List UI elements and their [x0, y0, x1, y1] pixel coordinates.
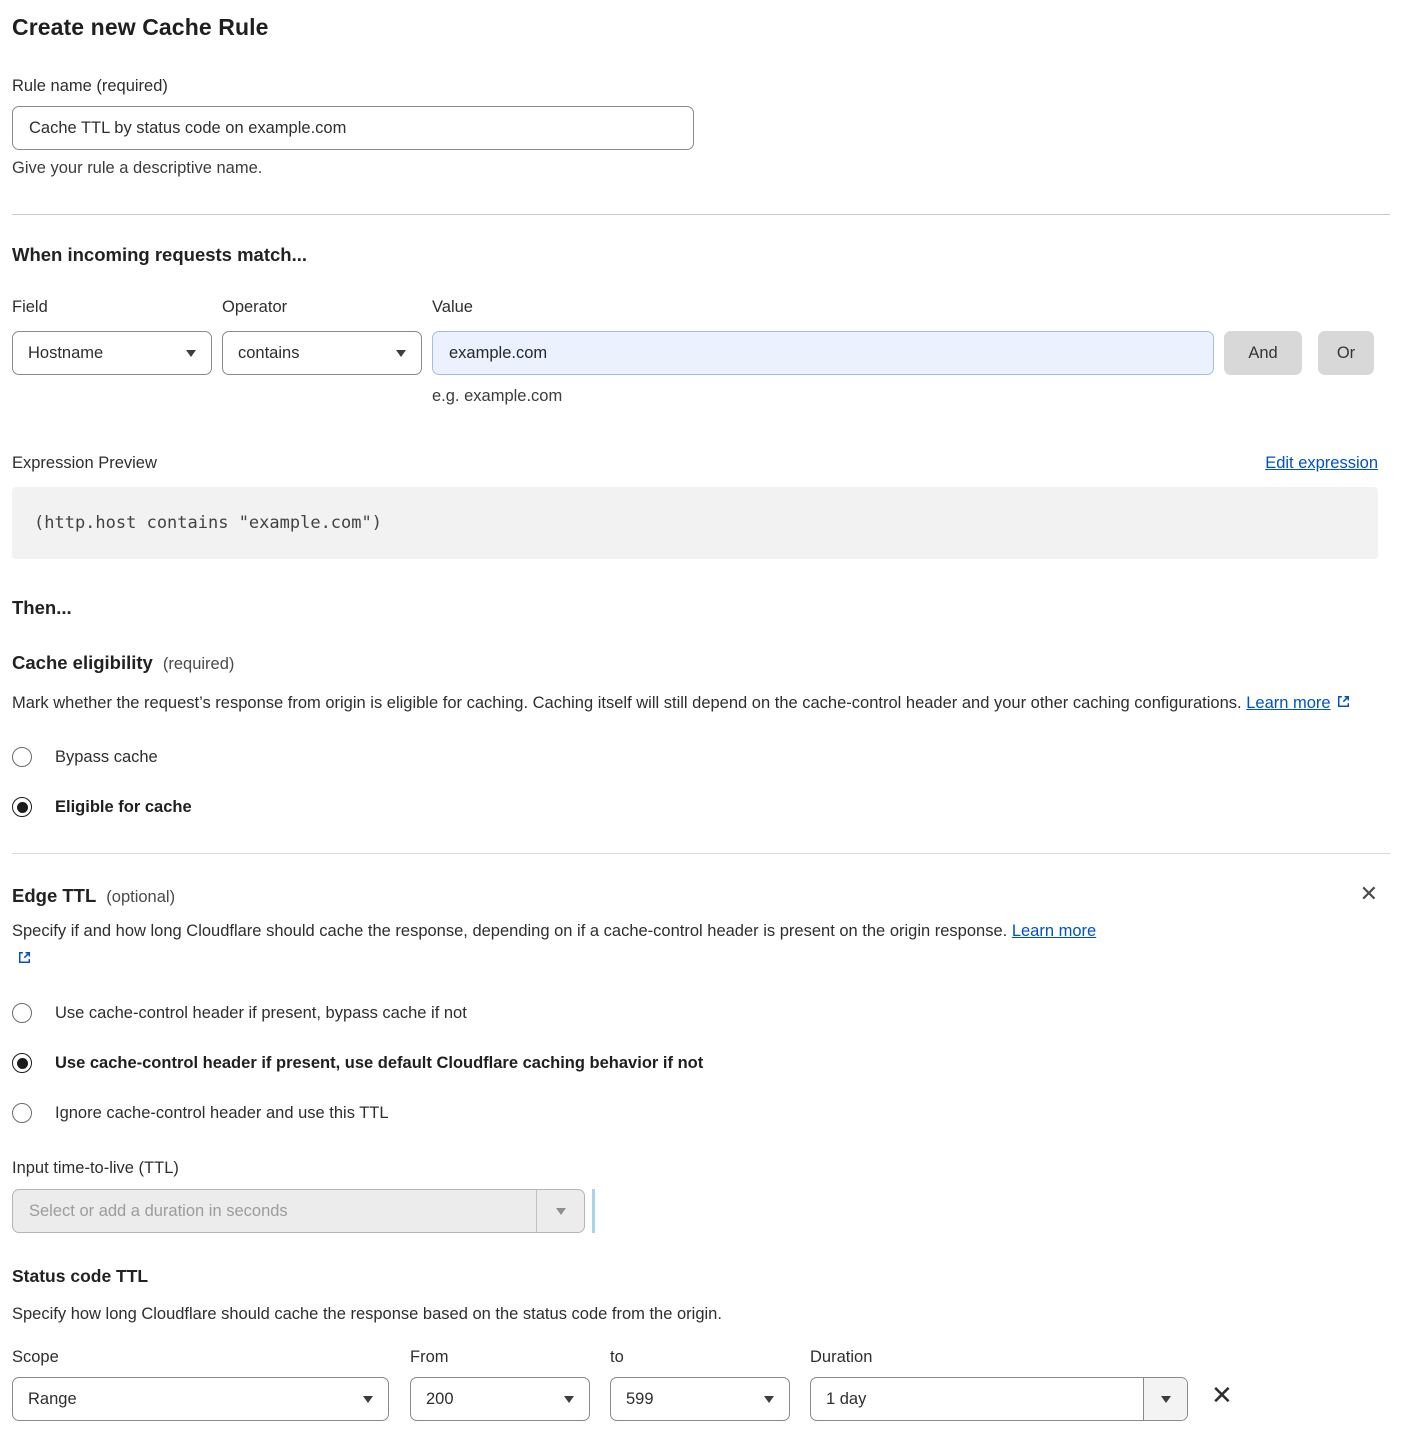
rule-name-input[interactable]: [12, 106, 694, 150]
scope-select-value: Range: [28, 1390, 77, 1409]
radio-button-selected[interactable]: [12, 1053, 32, 1073]
cache-eligibility-qualifier: (required): [163, 655, 235, 674]
operator-select[interactable]: contains: [222, 331, 422, 375]
expression-preview-code: (http.host contains "example.com"): [12, 487, 1378, 559]
chevron-down-icon: [564, 1396, 574, 1403]
operator-label: Operator: [222, 298, 422, 331]
expression-preview-label: Expression Preview: [12, 454, 157, 473]
then-heading: Then...: [12, 597, 1376, 619]
radio-use-header-bypass[interactable]: Use cache-control header if present, byp…: [12, 1003, 1376, 1023]
create-cache-rule-form: Create new Cache Rule Rule name (require…: [0, 0, 1412, 1451]
ttl-input-label: Input time-to-live (TTL): [12, 1159, 1376, 1178]
to-label: to: [610, 1348, 790, 1377]
ttl-duration-select[interactable]: Select or add a duration in seconds: [12, 1189, 585, 1233]
radio-button-unselected[interactable]: [12, 1103, 32, 1123]
edge-ttl-description: Specify if and how long Cloudflare shoul…: [12, 917, 1117, 975]
from-label: From: [410, 1348, 590, 1377]
focus-caret: [592, 1189, 595, 1233]
ttl-duration-placeholder: Select or add a duration in seconds: [13, 1190, 536, 1232]
from-select[interactable]: 200: [410, 1377, 590, 1421]
scope-select[interactable]: Range: [12, 1377, 389, 1421]
cache-eligibility-description-text: Mark whether the request’s response from…: [12, 694, 1242, 712]
section-divider: [12, 214, 1390, 215]
duration-select[interactable]: 1 day: [810, 1377, 1188, 1421]
status-code-ttl-row: Scope Range From 200 to 599 Duration 1 d…: [12, 1348, 1376, 1421]
field-select[interactable]: Hostname: [12, 331, 212, 375]
radio-ignore-header[interactable]: Ignore cache-control header and use this…: [12, 1103, 1376, 1123]
cache-eligibility-heading: Cache eligibility: [12, 652, 153, 674]
external-link-icon: [1335, 691, 1352, 719]
or-button[interactable]: Or: [1318, 331, 1374, 375]
radio-label: Eligible for cache: [55, 798, 192, 817]
to-select-value: 599: [626, 1390, 654, 1409]
field-label: Field: [12, 298, 212, 331]
rule-name-label: Rule name (required): [12, 77, 1376, 96]
radio-label: Bypass cache: [55, 748, 158, 767]
chevron-down-icon: [764, 1396, 774, 1403]
duration-select-value: 1 day: [811, 1378, 1143, 1420]
match-heading: When incoming requests match...: [12, 244, 1376, 266]
edge-ttl-qualifier: (optional): [106, 888, 175, 907]
edge-ttl-heading: Edge TTL: [12, 885, 96, 907]
duration-label: Duration: [810, 1348, 1188, 1377]
rule-name-help: Give your rule a descriptive name.: [12, 159, 1376, 178]
chevron-down-icon: [536, 1190, 584, 1232]
match-condition-row: Field Hostname Operator contains Value e…: [12, 298, 1376, 406]
value-input[interactable]: [432, 331, 1214, 375]
edit-expression-link[interactable]: Edit expression: [1265, 454, 1378, 473]
radio-button-unselected[interactable]: [12, 747, 32, 767]
edge-ttl-learn-more-link[interactable]: Learn more: [1012, 922, 1096, 940]
section-divider: [12, 853, 1390, 854]
value-help: e.g. example.com: [432, 387, 1214, 406]
cache-eligibility-description: Mark whether the request’s response from…: [12, 689, 1352, 719]
from-select-value: 200: [426, 1390, 454, 1409]
to-select[interactable]: 599: [610, 1377, 790, 1421]
cache-eligibility-learn-more-link[interactable]: Learn more: [1246, 694, 1330, 712]
field-select-value: Hostname: [28, 344, 103, 363]
radio-button-selected[interactable]: [12, 797, 32, 817]
radio-label: Ignore cache-control header and use this…: [55, 1104, 389, 1123]
chevron-down-icon: [396, 350, 406, 357]
scope-label: Scope: [12, 1348, 389, 1377]
radio-eligible-for-cache[interactable]: Eligible for cache: [12, 797, 1376, 817]
edge-ttl-description-text: Specify if and how long Cloudflare shoul…: [12, 922, 1007, 940]
chevron-down-icon: [363, 1396, 373, 1403]
page-title: Create new Cache Rule: [12, 14, 1376, 41]
radio-button-unselected[interactable]: [12, 1003, 32, 1023]
external-link-icon: [16, 947, 33, 975]
radio-bypass-cache[interactable]: Bypass cache: [12, 747, 1376, 767]
chevron-down-icon: [1143, 1378, 1187, 1420]
chevron-down-icon: [186, 350, 196, 357]
radio-label: Use cache-control header if present, byp…: [55, 1004, 467, 1023]
radio-label: Use cache-control header if present, use…: [55, 1054, 703, 1073]
value-label: Value: [432, 298, 1214, 331]
status-code-ttl-description: Specify how long Cloudflare should cache…: [12, 1300, 1376, 1328]
operator-select-value: contains: [238, 344, 299, 363]
and-button[interactable]: And: [1224, 331, 1302, 375]
radio-use-header-default[interactable]: Use cache-control header if present, use…: [12, 1053, 1376, 1073]
delete-row-icon[interactable]: ✕: [1211, 1386, 1233, 1406]
close-icon[interactable]: ✕: [1360, 885, 1378, 905]
status-code-ttl-heading: Status code TTL: [12, 1266, 148, 1287]
